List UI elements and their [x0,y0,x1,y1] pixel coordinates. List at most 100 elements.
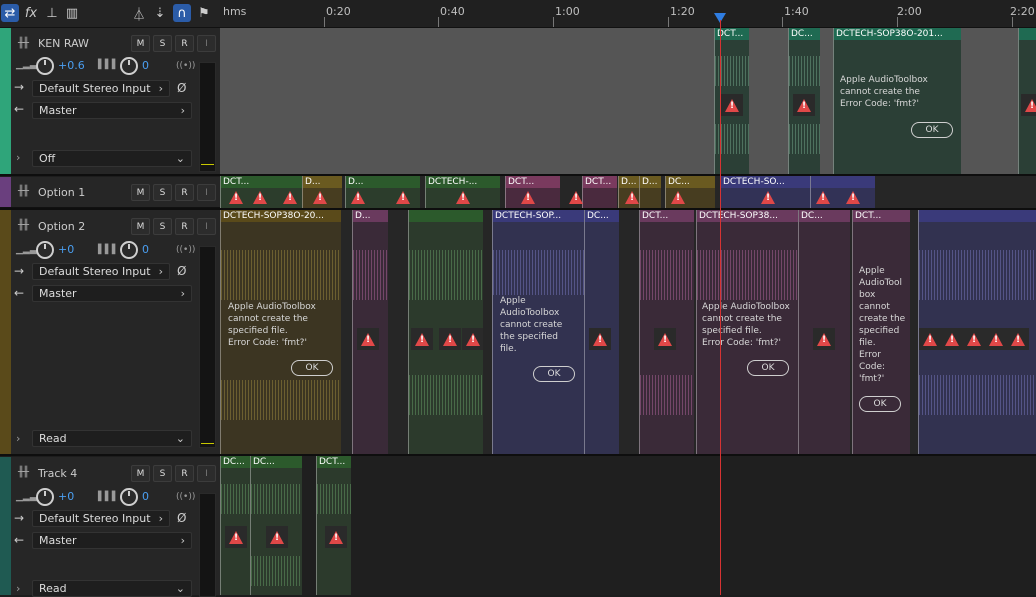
clip[interactable]: DCTECH-SOP38O-20... Apple AudioToolbox c… [220,210,341,454]
clip[interactable] [1018,28,1036,174]
clip[interactable]: DC... [798,210,850,454]
input-button[interactable]: I [197,218,216,235]
solo-button[interactable]: S [153,465,172,482]
ok-button[interactable]: OK [533,366,575,382]
playhead-line[interactable] [720,20,721,595]
fx-icon[interactable]: fx [22,4,40,22]
clip-title [409,210,483,222]
track-lane-option-2[interactable]: DCTECH-SOP38O-20... Apple AudioToolbox c… [220,210,1036,454]
waveform [409,250,483,300]
automation-select[interactable]: Read ⌄ [32,580,192,597]
error-line: Apple [500,296,526,306]
input-monitor-icon[interactable]: ⇣ [151,4,169,22]
volume-value[interactable]: +0 [58,490,74,503]
record-button[interactable]: R [175,184,194,201]
input-button[interactable]: I [197,184,216,201]
phase-invert-icon[interactable]: Ø [177,81,186,95]
phase-invert-icon[interactable]: Ø [177,511,186,525]
input-select[interactable]: Default Stereo Input › [32,263,170,280]
track-color [0,28,11,174]
clip[interactable]: D... [639,176,661,208]
record-button[interactable]: R [175,218,194,235]
input-button[interactable]: I [197,35,216,52]
ok-button[interactable]: OK [859,396,901,412]
record-button[interactable]: R [175,35,194,52]
clip[interactable]: DCT... [316,456,351,595]
marker-icon[interactable]: ⚑ [195,4,213,22]
pan-knob[interactable] [120,57,138,75]
expand-chevron-icon[interactable]: › [16,151,20,164]
output-select[interactable]: Master › [32,532,192,549]
solo-button[interactable]: S [153,35,172,52]
clip[interactable]: DC... [788,28,820,174]
output-select[interactable]: Master › [32,102,192,119]
error-line: 'fmt?' [859,374,885,384]
track-lane-ken-raw[interactable]: DCT... DC... DCTECH-SOP38O-201... Apple … [220,28,1036,174]
clip[interactable] [408,210,483,454]
input-select[interactable]: Default Stereo Input › [32,510,170,527]
phase-invert-icon[interactable]: Ø [177,264,186,278]
output-select-value: Master [39,287,77,300]
track-name[interactable]: KEN RAW [38,37,89,50]
headphones-icon[interactable]: ∩ [173,4,191,22]
input-select[interactable]: Default Stereo Input › [32,80,170,97]
volume-knob[interactable] [36,241,54,259]
automation-value: Read [39,582,67,595]
toolbar: ⇄ fx ⊥ ▥ ⏃ ⇣ ∩ ⚑ [0,0,220,28]
pan-value[interactable]: 0 [142,243,149,256]
mute-button[interactable]: M [131,35,150,52]
ok-button[interactable]: OK [747,360,789,376]
error-line: create the [859,314,906,324]
automation-select[interactable]: Read ⌄ [32,430,192,447]
mute-button[interactable]: M [131,184,150,201]
expand-chevron-icon[interactable]: › [16,432,20,445]
track-lane-option-1[interactable]: DCT... D... D... DCTECH-... DCT... DCT..… [220,176,1036,208]
stereo-icon: ((•)) [176,245,196,255]
track-name[interactable]: Track 4 [38,467,77,480]
mute-button[interactable]: M [131,218,150,235]
clip[interactable]: DCTECH-SOP38... Apple AudioToolbox canno… [696,210,798,454]
ruler-label: 0:20 [326,5,351,18]
clip[interactable] [918,210,1036,454]
levels-icon[interactable]: ▥ [63,4,81,22]
pan-knob[interactable] [120,241,138,259]
track-lane-track-4[interactable]: DC... DC... DCT... [220,456,1036,595]
clip[interactable]: DC... [584,210,619,454]
solo-button[interactable]: S [153,218,172,235]
track-name[interactable]: Option 1 [38,186,85,199]
clip-title [811,176,875,188]
metronome-icon[interactable]: ⏃ [130,4,148,23]
volume-value[interactable]: +0.6 [58,59,85,72]
pan-value[interactable]: 0 [142,490,149,503]
track-name[interactable]: Option 2 [38,220,85,233]
pan-knob[interactable] [120,488,138,506]
volume-knob[interactable] [36,488,54,506]
output-select-value: Master [39,534,77,547]
volume-knob[interactable] [36,57,54,75]
clip[interactable]: DC... [250,456,302,595]
clip[interactable]: DC... [220,456,250,595]
output-select[interactable]: Master › [32,285,192,302]
clip[interactable]: DCT... [582,176,617,208]
record-button[interactable]: R [175,465,194,482]
ok-button[interactable]: OK [911,122,953,138]
automation-select[interactable]: Off ⌄ [32,150,192,167]
timeline-ruler[interactable]: hms 0:20 0:40 1:00 1:20 1:40 2:00 2:20 [220,0,1036,28]
pan-value[interactable]: 0 [142,59,149,72]
clip[interactable]: DCT... Apple AudioTool box cannot create… [852,210,910,454]
warning-icon [350,189,366,205]
loop-icon[interactable]: ⇄ [1,4,19,22]
clip[interactable]: D... [352,210,388,454]
input-button[interactable]: I [197,465,216,482]
expand-chevron-icon[interactable]: › [16,582,20,595]
ok-button[interactable]: OK [291,360,333,376]
clip[interactable]: DCTECH-SOP38O-201... Apple AudioToolbox … [833,28,961,174]
routing-icon[interactable]: ⊥ [43,4,61,22]
solo-button[interactable]: S [153,184,172,201]
clip[interactable]: DCT... [639,210,694,454]
waveform [493,250,584,295]
chevron-right-icon: › [158,512,163,525]
volume-value[interactable]: +0 [58,243,74,256]
mute-button[interactable]: M [131,465,150,482]
clip[interactable]: DCTECH-SOP... Apple AudioToolbox cannot … [492,210,584,454]
